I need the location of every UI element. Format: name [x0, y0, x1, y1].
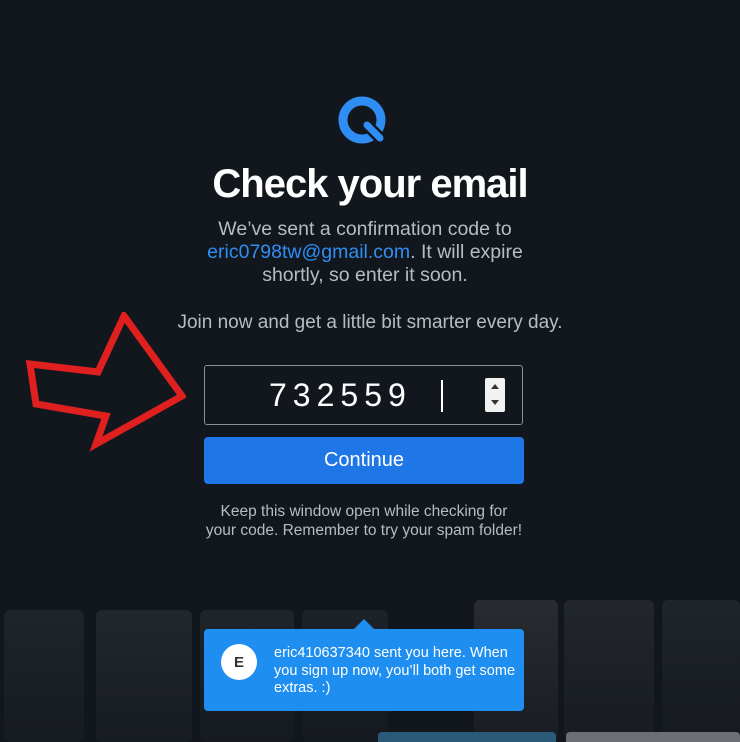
number-stepper[interactable]: [485, 378, 505, 412]
avatar: E: [221, 644, 257, 680]
background-card-edge: [378, 732, 556, 742]
code-value: 732559: [269, 377, 412, 413]
text-caret: [441, 380, 443, 412]
spam-hint: Keep this window open while checking for…: [205, 503, 523, 539]
background-thumbnail: [4, 610, 84, 742]
page-title: Check your email: [212, 162, 528, 206]
stepper-down-icon[interactable]: [485, 395, 505, 412]
confirmation-code-input[interactable]: 732559: [204, 365, 523, 425]
background-card-edge: [566, 732, 740, 742]
background-thumbnail: [96, 610, 192, 742]
stepper-up-icon[interactable]: [485, 378, 505, 395]
background-thumbnail: [564, 600, 654, 742]
referral-tooltip: E eric410637340 sent you here. When you …: [204, 619, 524, 711]
confirmation-message: We’ve sent a confirmation code to eric07…: [180, 218, 550, 287]
search-logo-icon: [338, 96, 386, 144]
continue-button[interactable]: Continue: [204, 437, 524, 484]
message-prefix: We’ve sent a confirmation code to: [218, 218, 512, 240]
background-thumbnail: [662, 600, 740, 742]
red-arrow-icon: [26, 312, 186, 452]
email-address: eric0798tw@gmail.com: [207, 241, 411, 263]
referral-message: eric410637340 sent you here. When you si…: [274, 645, 516, 696]
